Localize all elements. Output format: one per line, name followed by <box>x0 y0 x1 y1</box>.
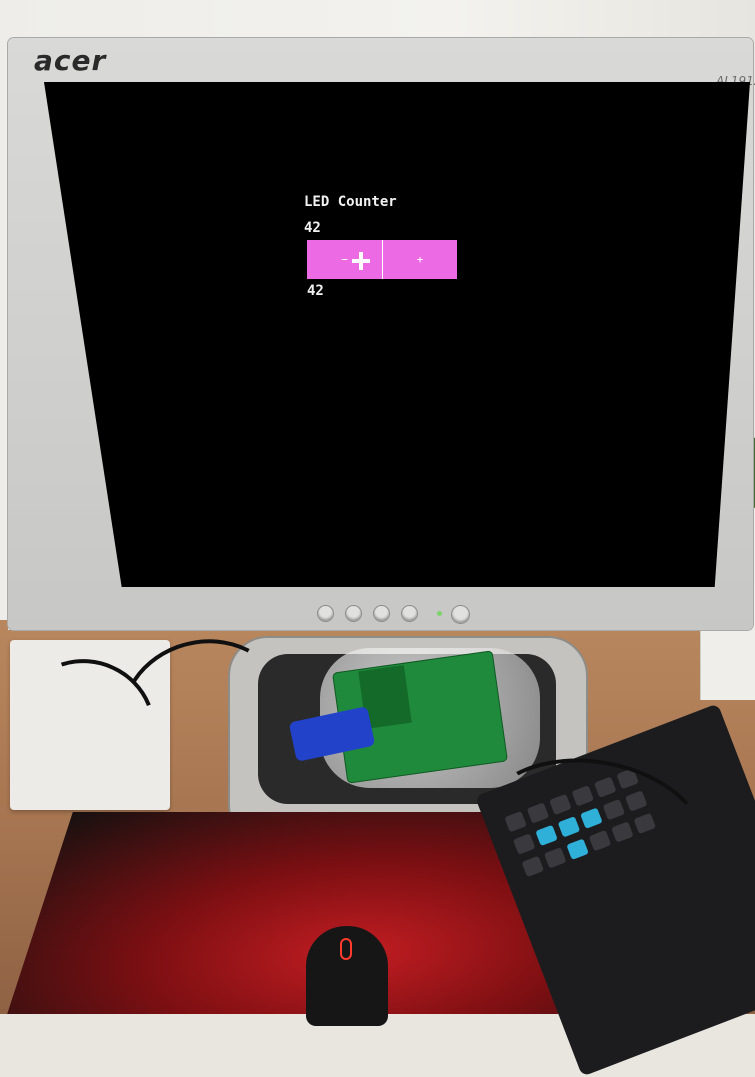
monitor-auto-button[interactable] <box>318 606 333 621</box>
decrement-button[interactable]: − <box>307 240 382 279</box>
monitor-power-button[interactable] <box>452 606 469 623</box>
monitor-right-button[interactable] <box>374 606 389 621</box>
monitor-left-button[interactable] <box>346 606 361 621</box>
counter-value: 42 <box>304 220 321 236</box>
crosshair-cursor-icon <box>352 252 370 270</box>
mouse-light <box>340 938 352 960</box>
counter-value-secondary: 42 <box>307 283 324 299</box>
app-title: LED Counter <box>304 194 397 210</box>
increment-button[interactable]: + <box>383 240 457 279</box>
monitor-menu-button[interactable] <box>402 606 417 621</box>
power-led-icon <box>437 611 442 616</box>
monitor-brand: acer <box>34 44 107 77</box>
app-window: LED Counter 42 − + 42 <box>44 82 750 587</box>
